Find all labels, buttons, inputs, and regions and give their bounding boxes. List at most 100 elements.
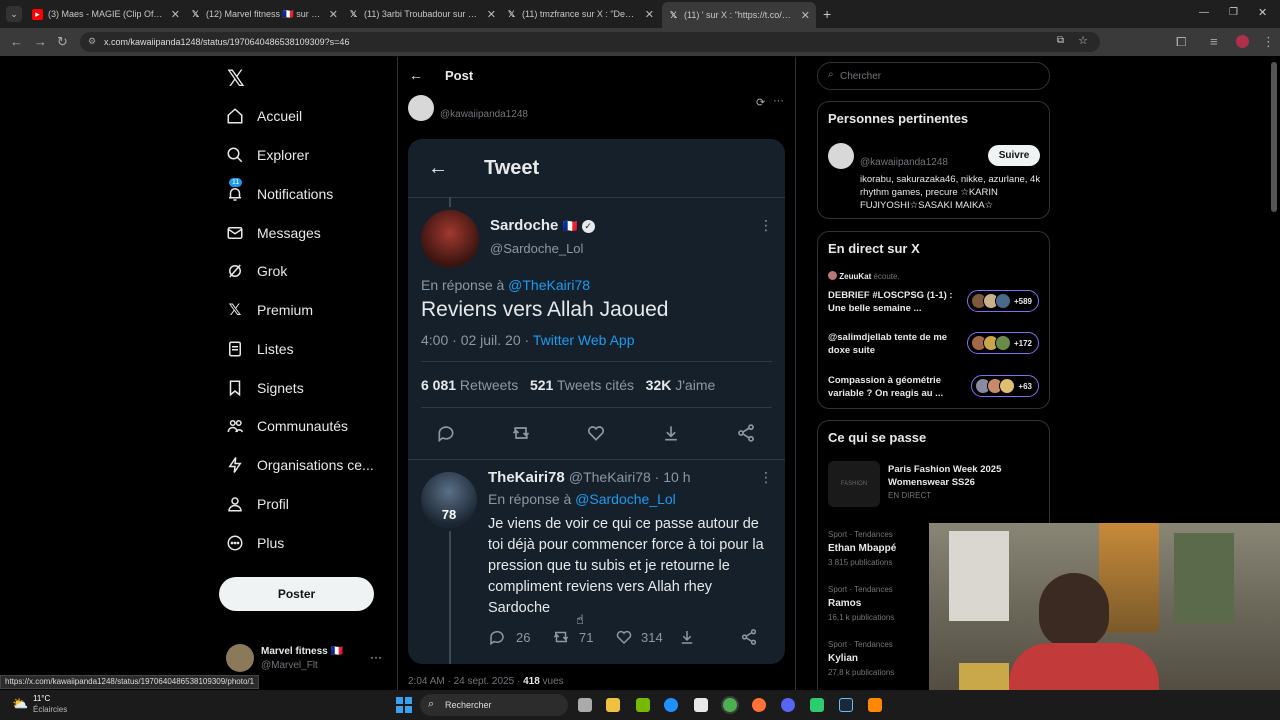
post-image[interactable]: ← Tweet Sardoche 🇫🇷 ✓ @Sardoche_Lol ⋮ En… xyxy=(408,139,785,664)
retweet-icon xyxy=(552,628,570,649)
chrome-icon[interactable] xyxy=(723,698,737,712)
nav-organizations[interactable]: Organisations ce... xyxy=(225,450,374,480)
nav-grok[interactable]: Grok xyxy=(225,256,287,286)
discord-icon[interactable] xyxy=(781,698,795,712)
youtube-icon: ▸ xyxy=(32,8,43,20)
avatar[interactable] xyxy=(828,143,854,169)
more-icon: ⋮ xyxy=(759,469,773,485)
avatar xyxy=(226,644,254,672)
browser-tab[interactable]: 𝕏 (11) tmzfrance sur X : "Demdem...✕ xyxy=(506,4,654,24)
live-item-title[interactable]: DEBRIEF #LOSCPSG (1-1) : Une belle semai… xyxy=(828,289,953,315)
avatar xyxy=(421,210,479,268)
trend-thumbnail[interactable]: FASHION xyxy=(828,461,880,507)
avatar xyxy=(828,271,837,280)
nvidia-icon[interactable] xyxy=(636,698,650,712)
trend-name[interactable]: Ramos xyxy=(828,598,861,609)
taskbar-search[interactable]: ⌕ Rechercher xyxy=(420,694,568,716)
link-status-tooltip: https://x.com/kawaiipanda1248/status/197… xyxy=(0,675,260,689)
browser-tab-active[interactable]: 𝕏 (11) ' sur X : "https://t.co/gfhbm...✕ xyxy=(662,2,816,28)
star-icon[interactable]: ☆ xyxy=(1078,34,1088,47)
site-info-icon[interactable]: ⚙ xyxy=(88,36,96,47)
back-icon[interactable]: ← xyxy=(10,34,23,49)
address-bar[interactable]: ⚙ x.com/kawaiipanda1248/status/197064048… xyxy=(80,32,1100,52)
extensions-icon[interactable]: ⧠ xyxy=(1176,34,1186,50)
divider xyxy=(408,459,785,460)
tab-strip: ⌄ ▸ (3) Maes - MAGIE (Clip Officiel) ✕ 𝕏 … xyxy=(0,0,1280,28)
author-handle[interactable]: @kawaiipanda1248 xyxy=(440,109,528,120)
scrollbar-thumb[interactable] xyxy=(1271,62,1277,212)
trend-name[interactable]: Kylian xyxy=(828,653,858,664)
edge-icon[interactable] xyxy=(664,698,678,712)
bio: ikorabu, sakurazaka46, nikke, azurlane, … xyxy=(860,174,1041,211)
more-icon[interactable]: ··· xyxy=(370,650,382,664)
grok-icon xyxy=(225,261,245,281)
tab-list-button[interactable]: ⌄ xyxy=(6,6,22,22)
profile-avatar[interactable] xyxy=(1236,35,1249,48)
x-logo-icon: 𝕏 xyxy=(228,302,242,319)
live-item-title[interactable]: Compassion à géométrie variable ? On rea… xyxy=(828,374,953,400)
steam-icon[interactable] xyxy=(839,698,853,712)
account-switcher[interactable]: Marvel fitness 🇫🇷 @Marvel_Flt ··· xyxy=(226,644,386,674)
browser-tab[interactable]: 𝕏 (12) Marvel fitness 🇫🇷 sur X : "Ne...✕ xyxy=(190,4,338,24)
back-arrow-icon[interactable]: ← xyxy=(409,67,423,83)
follow-button[interactable]: Suivre xyxy=(988,145,1040,166)
media-icon[interactable]: ≡ xyxy=(1210,34,1218,49)
window-light xyxy=(949,531,1009,621)
close-window-icon[interactable]: ✕ xyxy=(1258,6,1267,19)
close-icon[interactable]: ✕ xyxy=(487,8,496,21)
live-item-title[interactable]: @salimdjellab tente de me doxe suite xyxy=(828,331,953,357)
windows-start-icon[interactable] xyxy=(396,697,412,713)
close-icon[interactable]: ✕ xyxy=(329,8,338,21)
search-icon xyxy=(225,145,245,165)
browser-tab[interactable]: 𝕏 (11) 3arbi Troubadour sur X : "Le...✕ xyxy=(348,4,496,24)
trend-name[interactable]: Ethan Mbappé xyxy=(828,543,896,554)
kebab-menu-icon[interactable]: ⋮ xyxy=(1262,34,1275,50)
browser-tab[interactable]: ▸ (3) Maes - MAGIE (Clip Officiel) ✕ xyxy=(32,4,180,24)
nav-more[interactable]: Plus xyxy=(225,528,284,558)
reply-context: En réponse à @Sardoche_Lol xyxy=(488,491,676,507)
reload-icon[interactable]: ↻ xyxy=(57,34,68,50)
new-tab-button[interactable]: + xyxy=(823,4,831,24)
search-box[interactable]: ⌕ Chercher xyxy=(817,62,1050,90)
nav-premium[interactable]: 𝕏 Premium xyxy=(225,295,313,325)
grok-icon[interactable]: ⟳ xyxy=(756,96,765,109)
minimize-icon[interactable]: — xyxy=(1199,7,1209,18)
listener-avatars[interactable]: +589 xyxy=(966,290,1039,312)
nav-explore[interactable]: Explorer xyxy=(225,140,309,170)
x-logo-icon[interactable]: 𝕏 xyxy=(227,66,245,92)
verified-badge-icon: ✓ xyxy=(581,220,595,233)
avatar[interactable] xyxy=(408,95,434,121)
weather-icon[interactable]: ⛅ xyxy=(12,696,28,712)
trend-title[interactable]: Paris Fashion Week 2025 Womenswear SS26 xyxy=(888,463,1038,489)
close-icon[interactable]: ✕ xyxy=(801,9,810,22)
share-icon xyxy=(736,423,756,443)
listener-avatars[interactable]: +172 xyxy=(966,332,1039,354)
file-explorer-icon[interactable] xyxy=(606,698,620,712)
nav-notifications[interactable]: 11 Notifications xyxy=(225,178,333,209)
install-app-icon[interactable]: ⧉ xyxy=(1057,35,1064,46)
list-icon xyxy=(225,339,245,359)
store-icon[interactable] xyxy=(694,698,708,712)
restore-icon[interactable]: ❐ xyxy=(1229,7,1238,18)
nav-profile[interactable]: Profil xyxy=(225,489,289,519)
reply-icon xyxy=(488,628,506,649)
tweet-timestamp: 4:00 · 02 juil. 20 · Twitter Web App xyxy=(421,332,635,348)
vlc-icon[interactable] xyxy=(868,698,882,712)
back-arrow-icon: ← xyxy=(428,157,448,179)
nav-bookmarks[interactable]: Signets xyxy=(225,373,304,403)
listener-avatars[interactable]: +63 xyxy=(971,375,1039,397)
nav-messages[interactable]: Messages xyxy=(225,218,321,248)
page-title: Post xyxy=(445,68,474,83)
app-icon[interactable] xyxy=(810,698,824,712)
nav-home[interactable]: Accueil xyxy=(225,101,302,131)
nav-communities[interactable]: Communautés xyxy=(225,411,348,441)
forward-icon[interactable]: → xyxy=(34,34,47,49)
firefox-icon[interactable] xyxy=(752,698,766,712)
close-icon[interactable]: ✕ xyxy=(645,8,654,21)
post-button[interactable]: Poster xyxy=(219,577,374,611)
close-icon[interactable]: ✕ xyxy=(171,8,180,21)
divider xyxy=(421,361,772,362)
more-icon[interactable]: ··· xyxy=(773,95,784,107)
task-view-icon[interactable] xyxy=(578,698,592,712)
nav-lists[interactable]: Listes xyxy=(225,334,294,364)
